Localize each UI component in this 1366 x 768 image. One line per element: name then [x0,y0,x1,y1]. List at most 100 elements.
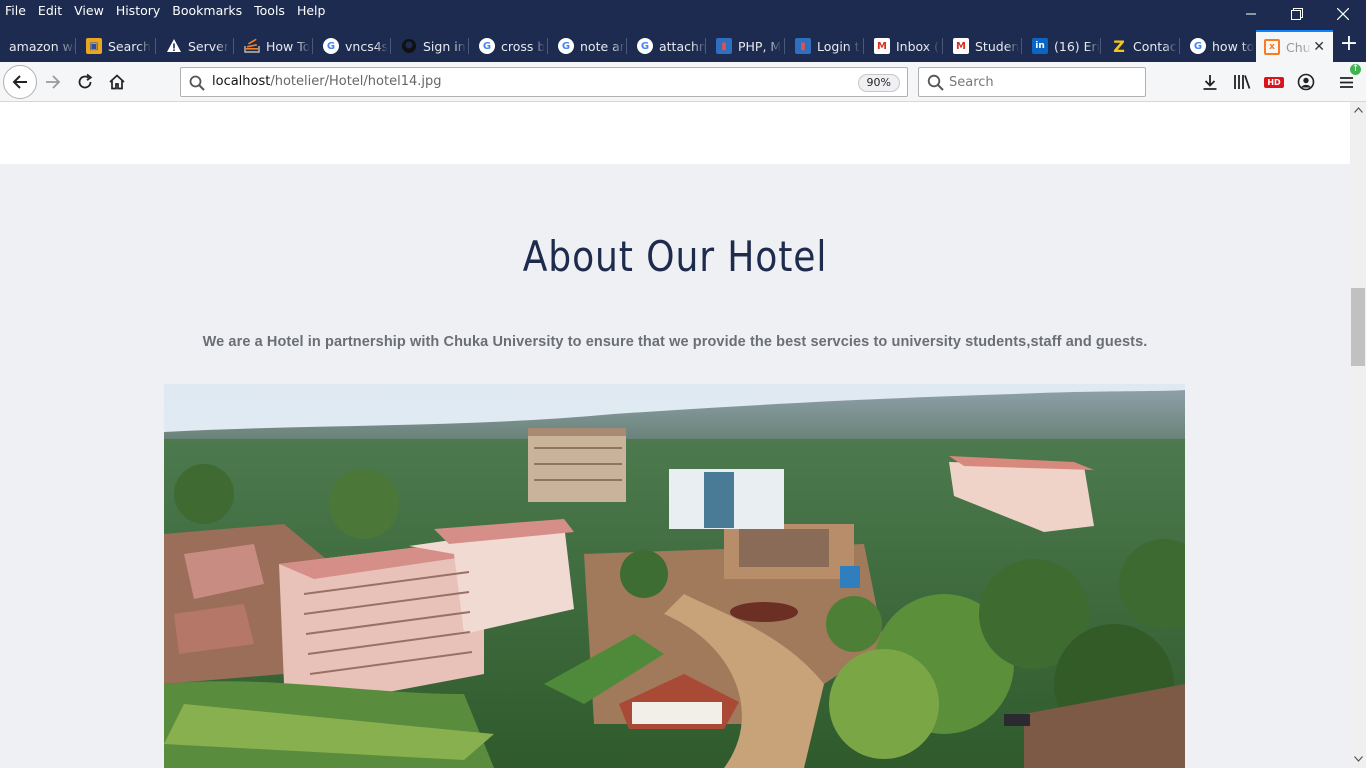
menu-file[interactable]: File [0,0,32,20]
tab-label: PHP, M [738,38,782,54]
tab-label: Contac [1133,38,1177,54]
tab-strip: amazon we ▣ Search Server How To G vncs4… [0,30,1366,62]
tab-label: Inbox ( [896,38,940,54]
google-icon: G [637,38,653,54]
reload-button[interactable] [69,66,101,98]
hotel-aerial-photo [164,384,1185,768]
hd-extension-button[interactable]: HD [1262,70,1286,94]
restore-button[interactable] [1274,0,1320,28]
search-icon [189,75,205,91]
tab-label: note ar [580,38,625,54]
scroll-down-button[interactable] [1350,752,1366,766]
account-icon [1297,73,1315,91]
scrollbar-thumb[interactable] [1351,288,1365,366]
library-button[interactable] [1230,70,1254,94]
scroll-up-button[interactable] [1350,103,1366,117]
google-icon: G [558,38,574,54]
tab-php[interactable]: ▮ PHP, M [708,31,785,61]
tab-active[interactable]: x Chu ✕ [1256,30,1333,62]
menu-tools[interactable]: Tools [248,0,291,20]
tab-signin[interactable]: Sign in [393,31,469,61]
account-button[interactable] [1294,70,1318,94]
page-scrollbar[interactable] [1350,102,1366,768]
minimize-icon [1246,13,1256,15]
tab-cross[interactable]: G cross b [471,31,548,61]
url-bar[interactable]: localhost/hotelier/Hotel/hotel14.jpg 90% [180,67,908,97]
tab-howto[interactable]: How To [236,31,313,61]
about-description: We are a Hotel in partnership with Chuka… [202,334,1148,350]
forward-arrow-icon [46,75,61,89]
tab-linkedin[interactable]: in (16) Eri [1024,31,1101,61]
minimize-button[interactable] [1228,0,1274,28]
search-icon [927,74,944,91]
about-heading: About Our Hotel [522,232,828,281]
tab-label: cross b [501,38,546,54]
tab-label: Search [108,38,151,54]
tab-label: amazon we [9,38,76,54]
library-icon [1234,75,1251,89]
tab-inbox[interactable]: M Inbox ( [866,31,943,61]
menu-bar: File Edit View History Bookmarks Tools H… [0,0,331,20]
hamburger-icon [1340,77,1353,88]
tab-amazon[interactable]: amazon we [0,31,76,61]
navigation-bar: localhost/hotelier/Hotel/hotel14.jpg 90%… [0,62,1366,102]
back-arrow-icon[interactable] [4,66,36,98]
tab-note[interactable]: G note ar [550,31,627,61]
tab-label: (16) Eri [1054,38,1101,54]
warning-icon [166,38,182,54]
tab-label: Login t [817,38,860,54]
tab-student[interactable]: M Studen [945,31,1022,61]
update-badge-icon: ↑ [1350,64,1361,75]
search-bar[interactable] [918,67,1146,97]
tab-search[interactable]: ▣ Search [78,31,156,61]
tab-label: Chu [1286,39,1311,55]
menu-history[interactable]: History [110,0,166,20]
menu-bookmarks[interactable]: Bookmarks [166,0,248,20]
chevron-down-icon [1353,756,1363,762]
hd-icon: HD [1264,76,1284,88]
menu-button[interactable]: ↑ [1335,64,1361,94]
home-icon [109,74,125,90]
url-text[interactable]: localhost/hotelier/Hotel/hotel14.jpg [212,74,441,89]
reload-icon [78,73,93,89]
downloads-button[interactable] [1198,70,1222,94]
window-controls [1228,0,1366,28]
stackoverflow-icon [244,38,260,54]
header-section-remnant [0,102,1350,164]
box-icon: ▣ [86,38,102,54]
tab-close-icon[interactable]: ✕ [1313,39,1325,55]
close-button[interactable] [1320,0,1366,28]
tab-attach[interactable]: G attachm [629,31,706,61]
google-icon: G [323,38,339,54]
restore-icon [1291,8,1303,20]
url-path: /hotelier/Hotel/hotel14.jpg [270,74,442,89]
close-icon [1337,8,1349,20]
title-bar: File Edit View History Bookmarks Tools H… [0,0,1366,30]
menu-edit[interactable]: Edit [32,0,68,20]
chevron-up-icon [1353,107,1363,113]
tab-label: How To [266,38,311,54]
gmail-icon: M [953,38,969,54]
search-input[interactable] [949,73,1139,91]
bookmark-icon: ▮ [795,38,811,54]
github-icon [401,38,417,54]
home-button[interactable] [101,66,133,98]
tab-contact[interactable]: Z Contac [1103,31,1180,61]
zoom-indicator[interactable]: 90% [857,74,900,92]
tab-login[interactable]: ▮ Login t [787,31,864,61]
forward-button[interactable] [37,66,69,98]
tab-label: Studen [975,38,1020,54]
tab-howto-2[interactable]: G how to [1182,31,1254,61]
new-tab-button[interactable]: + [1338,33,1360,56]
about-section: About Our Hotel We are a Hotel in partne… [0,164,1350,768]
menu-help[interactable]: Help [291,0,332,20]
download-icon [1203,75,1217,90]
menu-view[interactable]: View [68,0,110,20]
gmail-icon: M [874,38,890,54]
tab-label: Sign in [423,38,466,54]
linkedin-icon: in [1032,38,1048,54]
tab-label: how to [1212,38,1254,54]
tab-vncs4s[interactable]: G vncs4s [315,31,391,61]
tab-label: vncs4s [345,38,389,54]
tab-server[interactable]: Server [158,31,234,61]
